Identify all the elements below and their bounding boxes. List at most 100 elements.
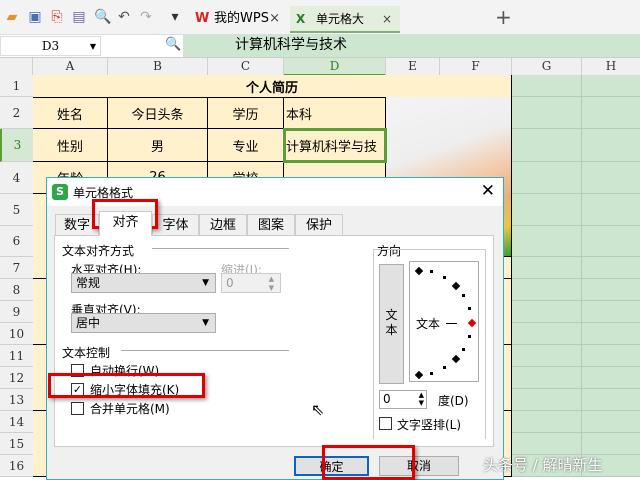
new-tab-icon[interactable]: +	[495, 5, 512, 29]
cell[interactable]	[512, 279, 582, 301]
row-header-3[interactable]: 3	[0, 129, 33, 162]
cell[interactable]	[582, 279, 640, 301]
watermark: 头条号 / 解晴新生	[483, 456, 603, 474]
row-header-11[interactable]: 11	[0, 345, 33, 367]
cell[interactable]	[512, 162, 582, 194]
cell[interactable]: 学历	[208, 97, 284, 129]
merge-cells-checkbox[interactable]	[71, 402, 84, 415]
cell[interactable]	[512, 367, 582, 389]
row-header-6[interactable]: 6	[0, 226, 33, 257]
cell[interactable]	[512, 129, 582, 162]
column-header-c[interactable]: C	[208, 58, 284, 76]
cell[interactable]	[512, 257, 582, 279]
column-header-h[interactable]: H	[582, 58, 640, 76]
cell[interactable]	[512, 411, 582, 433]
cell[interactable]	[582, 75, 640, 97]
cell[interactable]: 专业	[208, 129, 284, 162]
cell[interactable]	[582, 162, 640, 194]
zoom-formula-icon[interactable]: 🔍	[165, 37, 181, 52]
row-header-16[interactable]: 16	[0, 455, 33, 477]
undo-icon[interactable]: ↶	[116, 9, 132, 25]
cell[interactable]	[512, 75, 582, 97]
cell[interactable]	[512, 301, 582, 323]
row-header-14[interactable]: 14	[0, 411, 33, 433]
column-header-b[interactable]: B	[108, 58, 208, 76]
save-icon[interactable]: ▣	[27, 9, 43, 25]
cell[interactable]: 今日头条	[108, 97, 208, 129]
tab-pattern[interactable]: 图案	[247, 214, 295, 236]
chevron-down-icon: ▼	[202, 278, 209, 288]
cell[interactable]	[582, 367, 640, 389]
cell[interactable]	[582, 129, 640, 162]
cell[interactable]	[582, 257, 640, 279]
close-icon[interactable]: ×	[269, 6, 280, 32]
column-header-a[interactable]: A	[33, 58, 108, 76]
cell[interactable]	[512, 194, 582, 226]
cell[interactable]: 男	[108, 129, 208, 162]
horizontal-align-select[interactable]: 常规 ▼	[71, 273, 216, 293]
print-preview-icon[interactable]: 🔍	[94, 9, 111, 25]
close-icon[interactable]: ×	[382, 6, 392, 32]
cell[interactable]	[512, 345, 582, 367]
name-box[interactable]: D3 ▼	[0, 36, 101, 56]
row-header-1[interactable]: 1	[0, 75, 33, 97]
cell[interactable]: 性别	[33, 129, 108, 162]
row-header-10[interactable]: 10	[0, 323, 33, 345]
column-header-e[interactable]: E	[386, 58, 440, 76]
tab-font[interactable]: 字体	[152, 214, 199, 236]
cell[interactable]	[512, 389, 582, 411]
cell[interactable]	[512, 323, 582, 345]
tab-border[interactable]: 边框	[199, 214, 247, 236]
cell[interactable]	[582, 345, 640, 367]
row-header-7[interactable]: 7	[0, 257, 33, 279]
cell[interactable]	[582, 194, 640, 226]
tab-workbook[interactable]: X 单元格大小.xlsx * ×	[290, 6, 400, 52]
vertical-align-select[interactable]: 居中 ▼	[71, 313, 216, 333]
orientation-dial[interactable]: 文本	[409, 261, 479, 382]
open-icon[interactable]: ▰	[4, 9, 20, 25]
tab-alignment[interactable]: 对齐	[99, 211, 152, 236]
tab-label: 我的WPS	[214, 11, 269, 26]
column-header-g[interactable]: G	[512, 58, 582, 76]
select-all-corner[interactable]	[0, 58, 33, 76]
tab-protection[interactable]: 保护	[295, 214, 343, 236]
cell[interactable]	[582, 323, 640, 345]
row-header-9[interactable]: 9	[0, 301, 33, 323]
cell[interactable]	[582, 411, 640, 433]
formula-input[interactable]: 计算机科学与技术	[183, 35, 640, 57]
row-header-8[interactable]: 8	[0, 279, 33, 301]
cell[interactable]	[582, 97, 640, 129]
column-header-d[interactable]: D	[284, 58, 386, 76]
alignment-panel: 文本对齐方式 水平对齐(H): 常规 ▼ 缩进(I): 0 ▲ ▼ 垂直对齐(V): …	[54, 235, 494, 447]
print-icon[interactable]: ▤	[71, 9, 87, 25]
more-icon[interactable]: ▾	[167, 9, 183, 25]
row-header-2[interactable]: 2	[0, 97, 33, 129]
row-header-4[interactable]: 4	[0, 162, 33, 194]
redo-icon[interactable]: ↷	[138, 9, 154, 25]
cell[interactable]	[512, 226, 582, 257]
column-header-f[interactable]: F	[440, 58, 512, 76]
degrees-spinner[interactable]: 0 ▲ ▼	[379, 390, 427, 409]
cell[interactable]	[582, 301, 640, 323]
cell[interactable]	[512, 433, 582, 455]
cell[interactable]	[582, 389, 640, 411]
vertical-stack-checkbox[interactable]	[379, 417, 392, 430]
tab-my-wps[interactable]: W 我的WPS ×	[188, 6, 288, 33]
cell[interactable]	[582, 226, 640, 257]
close-icon[interactable]: ✕	[481, 181, 495, 201]
cell[interactable]: 本科	[284, 97, 386, 129]
active-cell-outline	[283, 128, 387, 163]
orientation-handle[interactable]	[467, 318, 477, 328]
vertical-text-button[interactable]: 文本	[379, 264, 404, 384]
cell[interactable]	[582, 433, 640, 455]
cell[interactable]	[512, 97, 582, 129]
cell[interactable]: 姓名	[33, 97, 108, 129]
select-value: 常规	[76, 276, 101, 290]
row-header-12[interactable]: 12	[0, 367, 33, 389]
row-header-13[interactable]: 13	[0, 389, 33, 411]
row-header-15[interactable]: 15	[0, 433, 33, 455]
indent-spinner[interactable]: 0 ▲ ▼	[221, 273, 281, 293]
title-cell[interactable]: 个人简历	[33, 75, 512, 97]
export-pdf-icon[interactable]: ⎘	[49, 9, 65, 25]
row-header-5[interactable]: 5	[0, 194, 33, 226]
